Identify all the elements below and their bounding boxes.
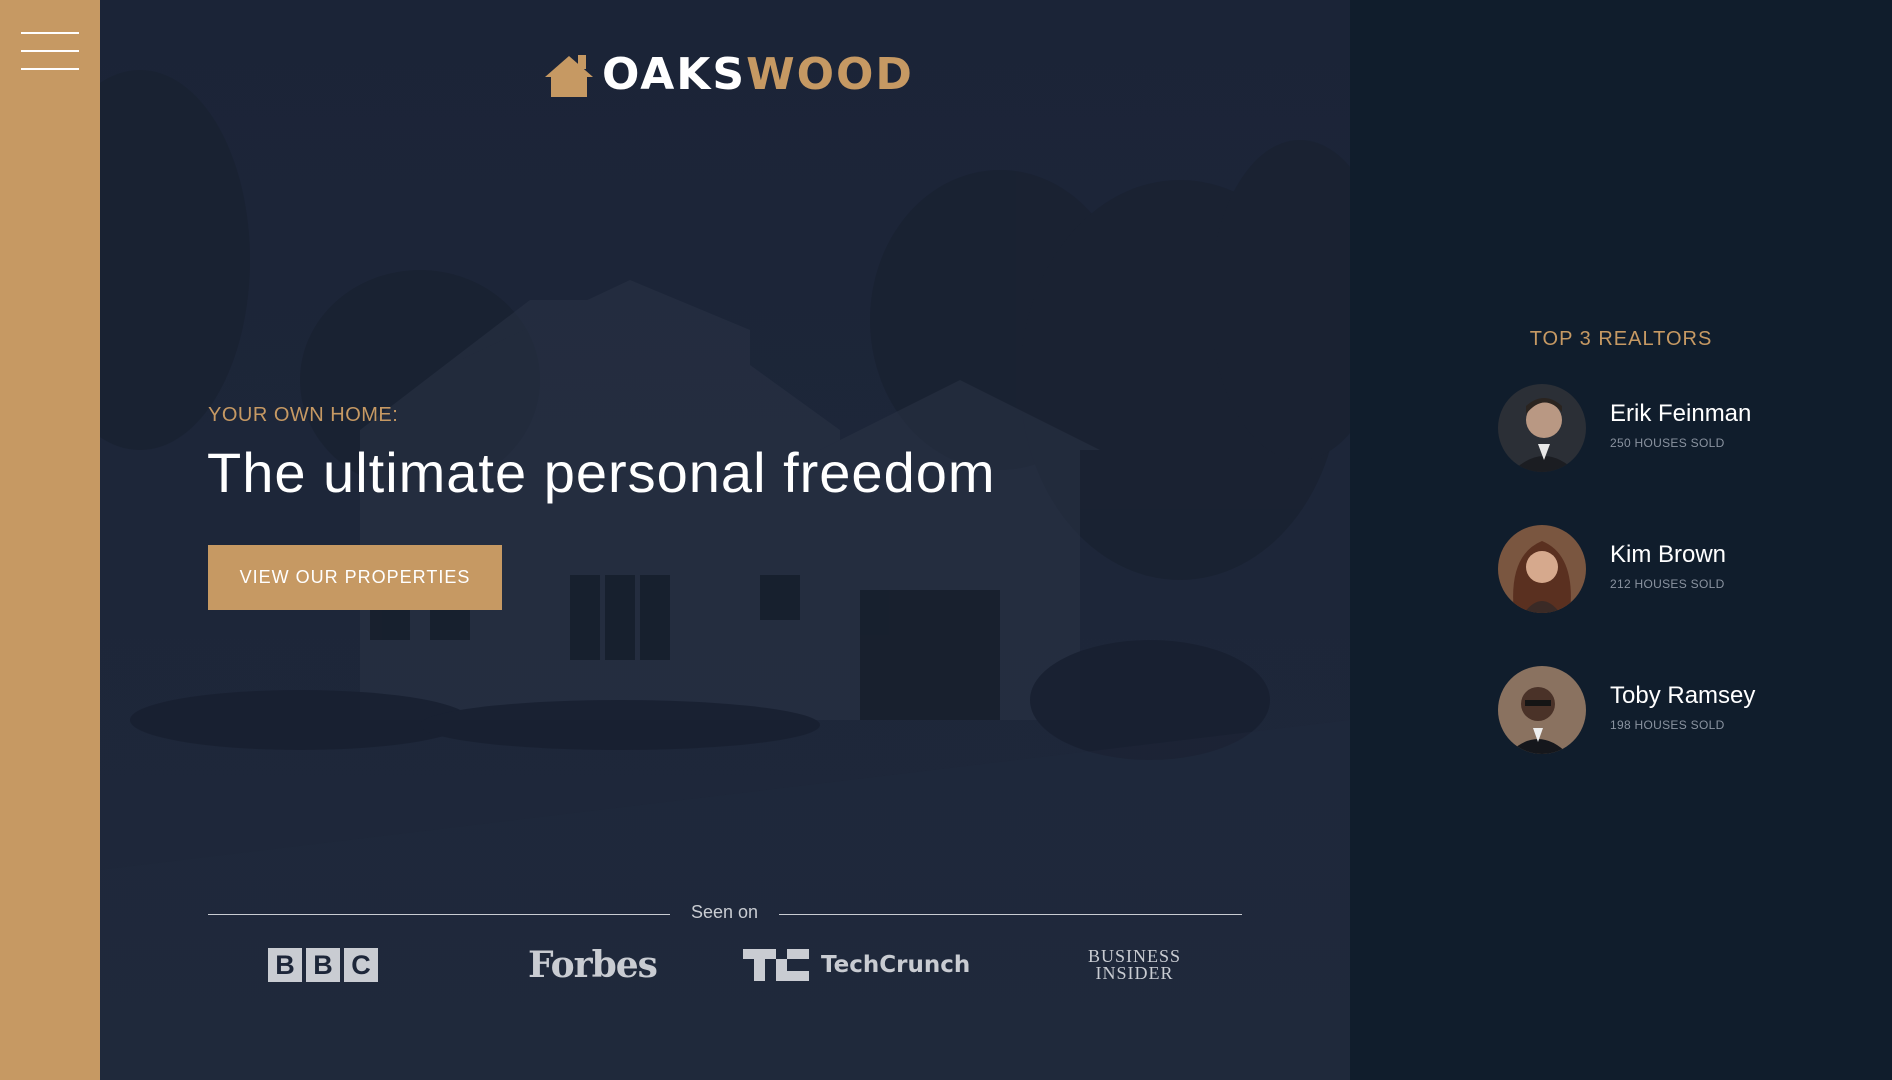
house-icon bbox=[545, 55, 593, 97]
realtor-card[interactable]: Toby Ramsey 198 HOUSES SOLD bbox=[1498, 666, 1828, 756]
brand-logo[interactable]: OAKSWOOD bbox=[542, 50, 914, 100]
realtor-name: Kim Brown bbox=[1610, 541, 1727, 568]
techcrunch-mark-icon bbox=[743, 949, 809, 981]
divider-line-left bbox=[208, 914, 670, 915]
avatar bbox=[1498, 525, 1586, 613]
forbes-logo: Forbes bbox=[528, 944, 658, 986]
realtor-photo bbox=[1498, 384, 1586, 472]
view-properties-button[interactable]: VIEW OUR PROPERTIES bbox=[208, 545, 502, 610]
avatar bbox=[1498, 384, 1586, 472]
sidebar bbox=[0, 0, 100, 1080]
bbc-letter: B bbox=[306, 948, 340, 982]
realtor-houses-sold: 212 HOUSES SOLD bbox=[1610, 577, 1725, 591]
menu-line bbox=[21, 50, 79, 52]
techcrunch-logo: TechCrunch bbox=[743, 942, 970, 988]
logo-text: OAKSWOOD bbox=[602, 53, 914, 97]
menu-line bbox=[21, 68, 79, 70]
hero-headline: The ultimate personal freedom bbox=[207, 441, 996, 504]
realtor-name: Erik Feinman bbox=[1610, 400, 1752, 427]
hero-eyebrow: YOUR OWN HOME: bbox=[208, 404, 399, 426]
hamburger-menu-icon[interactable] bbox=[21, 30, 79, 72]
bbc-letter: B bbox=[268, 948, 302, 982]
realtor-name: Toby Ramsey bbox=[1610, 682, 1756, 709]
realtor-photo bbox=[1498, 525, 1586, 613]
realtor-card[interactable]: Kim Brown 212 HOUSES SOLD bbox=[1498, 525, 1828, 615]
seen-on-divider: Seen on bbox=[208, 900, 1242, 930]
techcrunch-wordmark: TechCrunch bbox=[821, 952, 971, 978]
realtor-card[interactable]: Erik Feinman 250 HOUSES SOLD bbox=[1498, 384, 1828, 474]
business-insider-logo: BUSINESS INSIDER bbox=[1088, 942, 1181, 988]
divider-line-right bbox=[779, 914, 1242, 915]
logo-text-primary: OAKS bbox=[602, 49, 747, 100]
bbc-letter: C bbox=[344, 948, 378, 982]
seen-on-label: Seen on bbox=[690, 902, 759, 922]
realtor-photo bbox=[1498, 666, 1586, 754]
realtor-houses-sold: 250 HOUSES SOLD bbox=[1610, 436, 1725, 450]
hero-section: OAKSWOOD YOUR OWN HOME: The ultimate per… bbox=[100, 0, 1350, 1080]
business-insider-line-2: INSIDER bbox=[1095, 963, 1174, 983]
bbc-logo: B B C bbox=[268, 942, 378, 988]
avatar bbox=[1498, 666, 1586, 754]
realtors-title: TOP 3 REALTORS bbox=[1529, 328, 1713, 350]
realtors-panel: TOP 3 REALTORS Erik Feinman 250 HOUSES S… bbox=[1350, 0, 1892, 1080]
menu-line bbox=[21, 32, 79, 34]
logo-text-accent: WOOD bbox=[746, 49, 914, 100]
realtor-houses-sold: 198 HOUSES SOLD bbox=[1610, 718, 1725, 732]
